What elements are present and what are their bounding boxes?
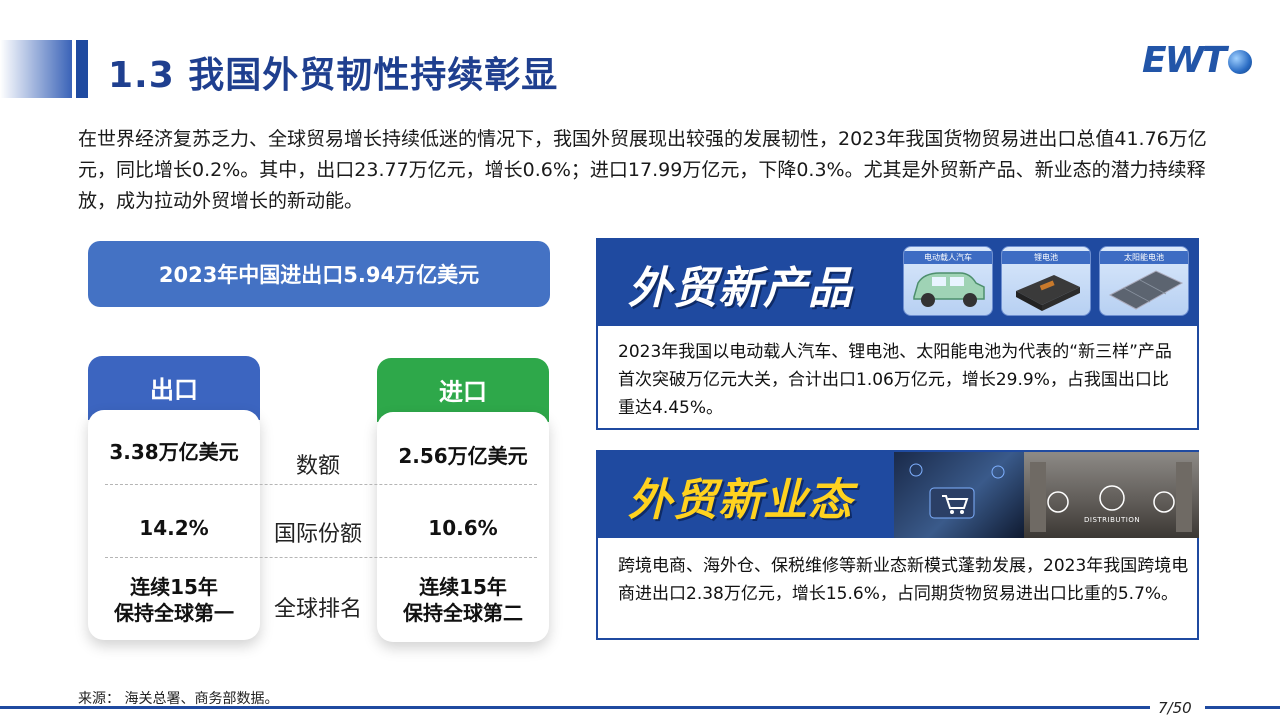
logo-text: EWT [1142,40,1227,81]
thumb-label-solar: 太阳能电池 [1100,251,1188,264]
globe-icon [1228,50,1252,74]
summary-pill: 2023年中国进出口5.94万亿美元 [88,241,550,307]
export-rank: 连续15年 保持全球第一 [88,574,260,626]
footer-line-right [1205,706,1280,709]
new-business-title: 外贸新业态 [628,475,853,526]
divider-line [105,484,537,485]
import-card: 2.56万亿美元 10.6% 连续15年 保持全球第二 [377,412,549,642]
distribution-label: DISTRIBUTION [1084,516,1141,524]
export-share: 14.2% [139,516,209,540]
import-amount: 2.56万亿美元 [398,444,528,468]
thumb-lithium-battery: 锂电池 [1001,246,1091,316]
new-products-desc: 2023年我国以电动载人汽车、锂电池、太阳能电池为代表的“新三样”产品首次突破万… [618,342,1172,418]
thumb-electric-car: 电动载人汽车 [903,246,993,316]
header-gradient-bar [0,40,72,98]
new-business-desc: 跨境电商、海外仓、保税维修等新业态新模式蓬勃发展，2023年我国跨境电商进出口2… [618,556,1189,604]
page-number: 7/50 [1158,699,1192,717]
footer-line [0,706,1150,709]
new-products-title: 外贸新产品 [628,263,853,314]
metric-rank-label: 全球排名 [273,597,362,622]
export-rank-line2: 保持全球第一 [114,601,234,625]
warehouse-icons [1030,462,1192,532]
import-rank-line1: 连续15年 [419,575,507,599]
import-share: 10.6% [428,516,498,540]
export-card: 3.38万亿美元 14.2% 连续15年 保持全球第一 [88,410,260,640]
metric-amount-label: 数额 [295,454,340,479]
divider-line [105,557,537,558]
import-rank: 连续15年 保持全球第二 [377,574,549,626]
page-title: 1.3 我国外贸韧性持续彰显 [108,55,559,96]
warehouse-photo: DISTRIBUTION [1024,452,1199,538]
header-accent-bar [76,40,88,98]
thumb-label-battery: 锂电池 [1002,251,1090,264]
thumb-solar-cell: 太阳能电池 [1099,246,1189,316]
intro-paragraph: 在世界经济复苏乏力、全球贸易增长持续低迷的情况下，我国外贸展现出较强的发展韧性，… [78,128,1207,212]
export-amount: 3.38万亿美元 [109,440,239,464]
shopping-cart-icon [909,463,1005,519]
new-business-box: 外贸新业态 DISTRIBUTION 跨境电商、海外仓、保税维修等新业态新模式蓬… [596,450,1199,640]
ewt-logo: EWT [1142,40,1254,84]
thumb-label-car: 电动载人汽车 [904,251,992,264]
export-rank-line1: 连续15年 [130,575,218,599]
metric-share-label: 国际份额 [273,522,362,547]
new-products-box: 外贸新产品 电动载人汽车 锂电池 太阳能电池 2023年我国以电动载人汽车、锂电… [596,238,1199,430]
import-rank-line2: 保持全球第二 [403,601,523,625]
source-note: 来源： 海关总署、商务部数据。 [78,691,279,707]
ecommerce-photo [894,452,1024,538]
